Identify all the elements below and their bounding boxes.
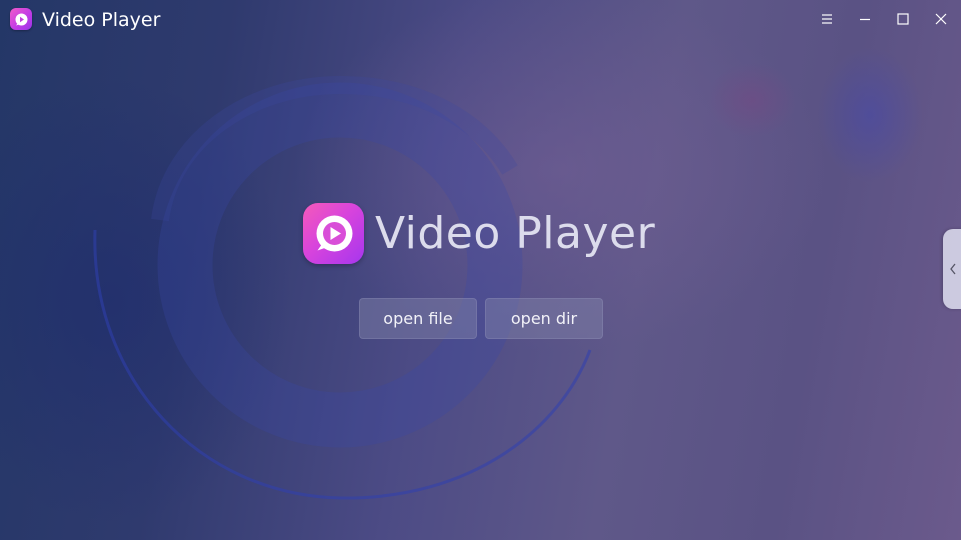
close-button[interactable] bbox=[926, 4, 956, 34]
side-panel-toggle[interactable] bbox=[943, 229, 961, 309]
hamburger-menu-icon bbox=[822, 14, 832, 24]
brand-header: Video Player bbox=[303, 203, 683, 265]
app-logo-icon bbox=[10, 8, 32, 30]
maximize-icon bbox=[897, 13, 909, 25]
window-title: Video Player bbox=[42, 9, 161, 31]
open-dir-button[interactable]: open dir bbox=[485, 298, 603, 339]
maximize-button[interactable] bbox=[888, 4, 918, 34]
minimize-button[interactable] bbox=[850, 4, 880, 34]
minimize-icon bbox=[860, 18, 870, 21]
video-player-window: Video Player Video Player open file open… bbox=[0, 0, 961, 540]
menu-button[interactable] bbox=[812, 4, 842, 34]
app-name-heading: Video Player bbox=[375, 208, 656, 259]
background-swirl-decoration bbox=[93, 75, 592, 500]
title-bar: Video Player bbox=[0, 0, 961, 40]
open-file-button[interactable]: open file bbox=[359, 298, 477, 339]
close-icon bbox=[935, 13, 947, 25]
video-player-logo-icon bbox=[303, 203, 364, 264]
chevron-left-icon bbox=[950, 263, 956, 275]
